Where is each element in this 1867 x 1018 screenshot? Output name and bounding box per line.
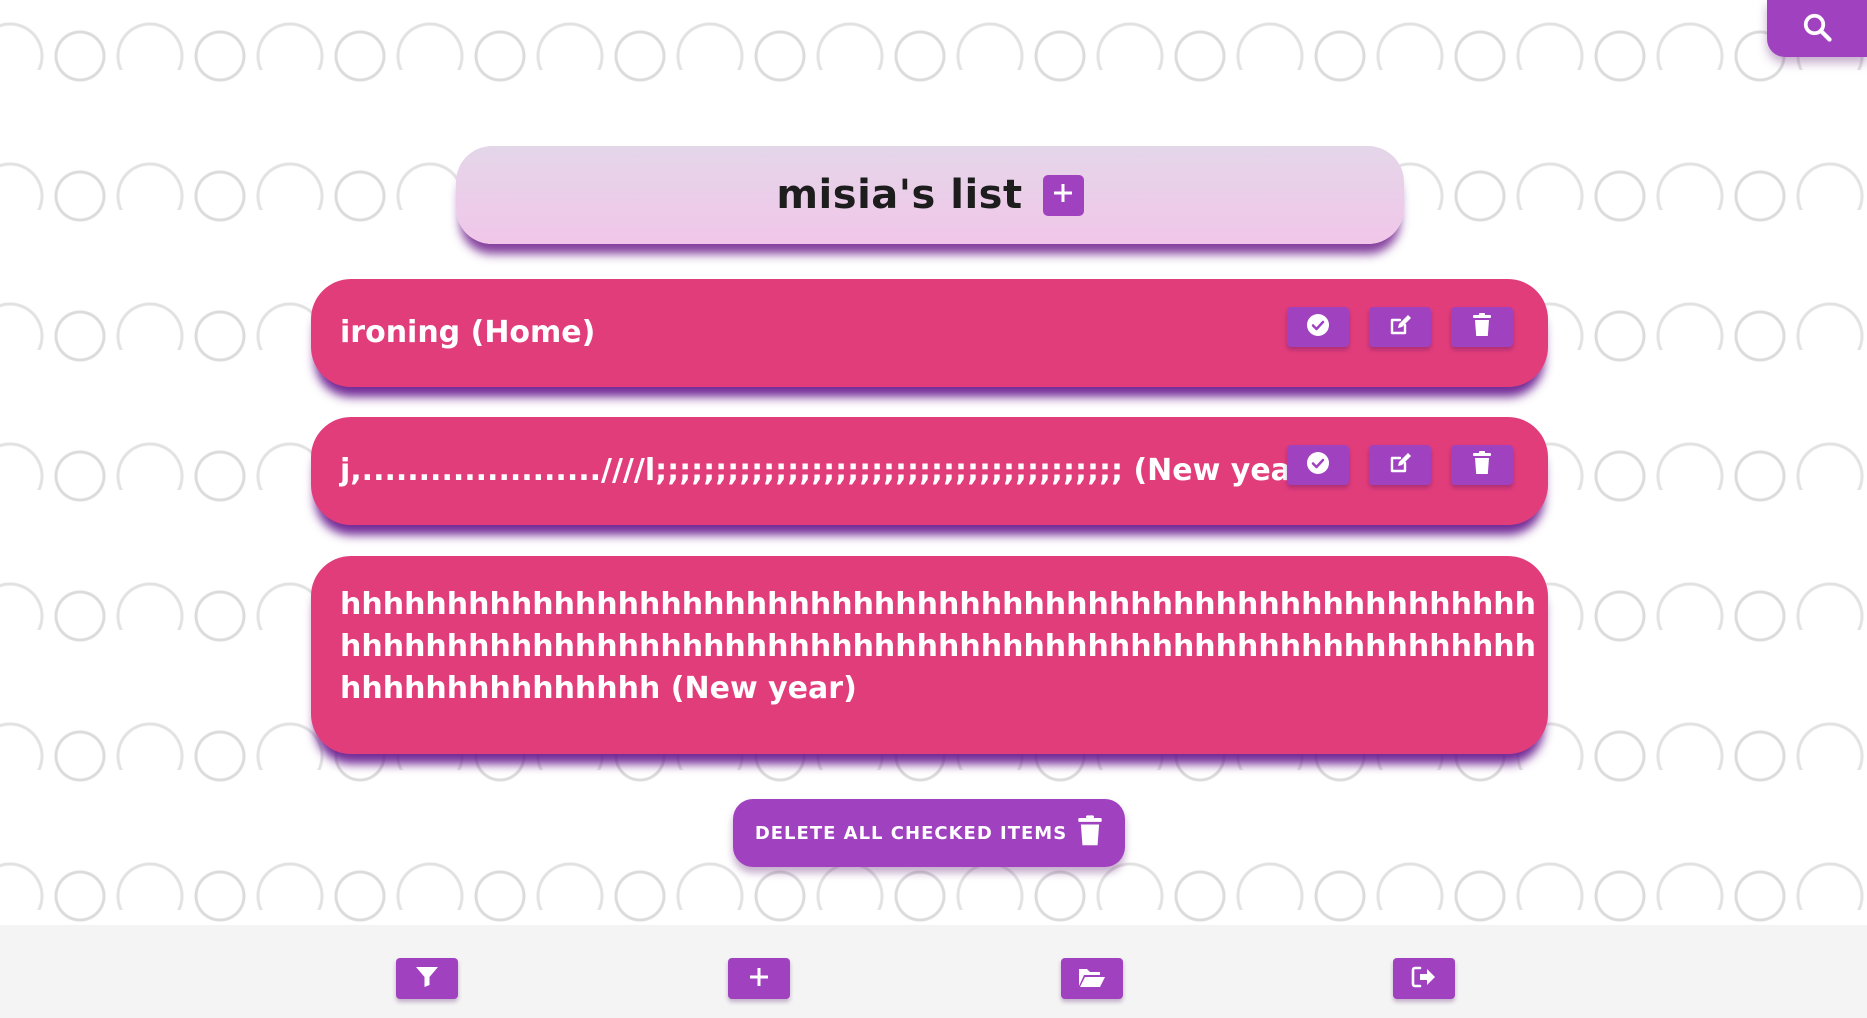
check-button[interactable] xyxy=(1287,307,1349,347)
plus-icon xyxy=(1052,182,1074,208)
list-item: ironing (Home) xyxy=(311,279,1548,387)
list-title: misia's list xyxy=(776,172,1023,218)
edit-icon xyxy=(1388,313,1412,341)
list-header: misia's list xyxy=(456,146,1404,244)
item-actions xyxy=(1287,445,1513,485)
list-item: hhhhhhhhhhhhhhhhhhhhhhhhhhhhhhhhhhhhhhhh… xyxy=(311,556,1548,754)
filter-button[interactable] xyxy=(396,958,458,999)
logout-icon xyxy=(1411,966,1437,992)
check-circle-icon xyxy=(1306,313,1330,341)
logout-button[interactable] xyxy=(1393,958,1455,999)
item-text: ironing (Home) xyxy=(340,315,596,350)
trash-icon xyxy=(1077,815,1103,851)
search-icon xyxy=(1802,12,1832,46)
edit-button[interactable] xyxy=(1369,445,1431,485)
bottom-toolbar xyxy=(0,925,1867,1018)
delete-button[interactable] xyxy=(1451,307,1513,347)
edit-icon xyxy=(1388,451,1412,479)
delete-all-checked-button[interactable]: DELETE ALL CHECKED ITEMS xyxy=(733,799,1125,867)
search-button[interactable] xyxy=(1767,0,1867,57)
item-text: j,.....................////l;;;;;;;;;;;;… xyxy=(340,453,1320,488)
filter-icon xyxy=(415,966,439,992)
folder-open-icon xyxy=(1078,966,1106,992)
add-button[interactable] xyxy=(728,958,790,999)
trash-icon xyxy=(1472,313,1492,341)
item-actions xyxy=(1287,307,1513,347)
add-item-button[interactable] xyxy=(1042,174,1084,216)
list-item: j,.....................////l;;;;;;;;;;;;… xyxy=(311,417,1548,525)
open-lists-button[interactable] xyxy=(1061,958,1123,999)
check-button[interactable] xyxy=(1287,445,1349,485)
edit-button[interactable] xyxy=(1369,307,1431,347)
item-text: hhhhhhhhhhhhhhhhhhhhhhhhhhhhhhhhhhhhhhhh… xyxy=(340,587,1537,706)
check-circle-icon xyxy=(1306,451,1330,479)
delete-all-label: DELETE ALL CHECKED ITEMS xyxy=(754,822,1068,844)
trash-icon xyxy=(1472,451,1492,479)
delete-button[interactable] xyxy=(1451,445,1513,485)
plus-icon xyxy=(748,966,770,992)
